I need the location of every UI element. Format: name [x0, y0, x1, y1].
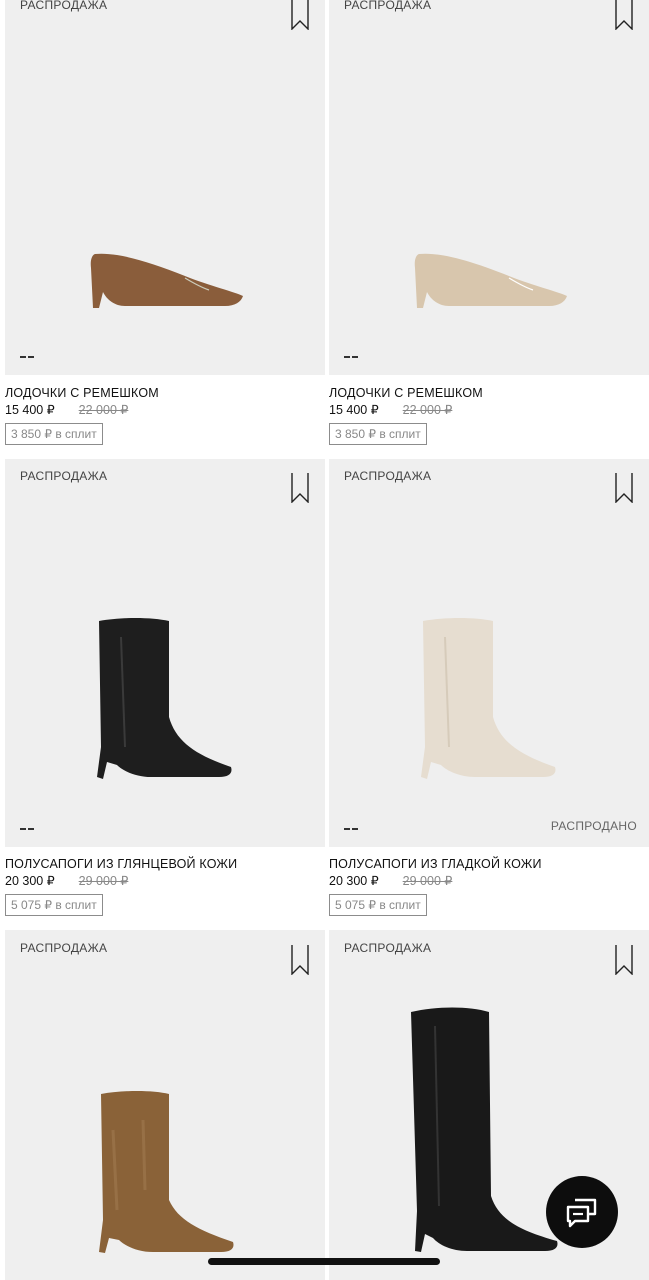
sale-badge: РАСПРОДАЖА — [344, 0, 432, 12]
product-image — [99, 1091, 234, 1253]
home-indicator[interactable] — [208, 1258, 440, 1265]
color-swatch-icon[interactable] — [20, 356, 34, 358]
sale-badge: РАСПРОДАЖА — [20, 469, 108, 483]
sale-badge: РАСПРОДАЖА — [344, 941, 432, 955]
product-info: ПОЛУСАПОГИ ИЗ ГЛЯНЦЕВОЙ КОЖИ 20 300 ₽ 29 … — [5, 857, 325, 916]
bookmark-icon[interactable] — [615, 0, 633, 30]
split-payment-badge[interactable]: 5 075 ₽ в сплит — [329, 894, 427, 916]
chat-button[interactable] — [546, 1176, 618, 1248]
product-name[interactable]: ЛОДОЧКИ С РЕМЕШКОМ — [5, 386, 325, 400]
product-old-price: 22 000 ₽ — [78, 403, 129, 417]
color-swatch-icon[interactable] — [344, 828, 358, 830]
product-price: 15 400 ₽ — [329, 403, 379, 417]
product-image-area[interactable]: РАСПРОДАЖА — [5, 930, 325, 1280]
product-old-price: 29 000 ₽ — [402, 874, 453, 888]
sale-badge: РАСПРОДАЖА — [344, 469, 432, 483]
product-old-price: 22 000 ₽ — [402, 403, 453, 417]
product-price: 15 400 ₽ — [5, 403, 55, 417]
bookmark-icon[interactable] — [291, 945, 309, 975]
product-image — [90, 253, 243, 308]
product-price: 20 300 ₽ — [329, 874, 379, 888]
product-image — [421, 618, 556, 779]
sale-badge: РАСПРОДАЖА — [20, 941, 108, 955]
chat-support-icon — [566, 1198, 597, 1228]
bookmark-icon[interactable] — [291, 473, 309, 503]
bookmark-icon[interactable] — [615, 473, 633, 503]
product-info: ПОЛУСАПОГИ ИЗ ГЛАДКОЙ КОЖИ 20 300 ₽ 29 00… — [329, 857, 649, 916]
product-image-area[interactable]: РАСПРОДАЖА — [5, 0, 325, 375]
product-info: ЛОДОЧКИ С РЕМЕШКОМ 15 400 ₽ 22 000 ₽ 3 85… — [5, 386, 325, 445]
split-payment-badge[interactable]: 5 075 ₽ в сплит — [5, 894, 103, 916]
product-image — [97, 618, 232, 779]
split-payment-badge[interactable]: 3 850 ₽ в сплит — [5, 423, 103, 445]
split-payment-badge[interactable]: 3 850 ₽ в сплит — [329, 423, 427, 445]
sold-out-label: РАСПРОДАНО — [550, 819, 637, 833]
bookmark-icon[interactable] — [291, 0, 309, 30]
product-image — [411, 1007, 558, 1252]
product-name[interactable]: ПОЛУСАПОГИ ИЗ ГЛАДКОЙ КОЖИ — [329, 857, 649, 871]
product-price: 20 300 ₽ — [5, 874, 55, 888]
product-name[interactable]: ПОЛУСАПОГИ ИЗ ГЛЯНЦЕВОЙ КОЖИ — [5, 857, 325, 871]
bookmark-icon[interactable] — [615, 945, 633, 975]
product-image — [414, 253, 567, 308]
product-info: ЛОДОЧКИ С РЕМЕШКОМ 15 400 ₽ 22 000 ₽ 3 85… — [329, 386, 649, 445]
sale-badge: РАСПРОДАЖА — [20, 0, 108, 12]
color-swatch-icon[interactable] — [344, 356, 358, 358]
product-image-area[interactable]: РАСПРОДАЖА РАСПРОДАНО — [329, 459, 649, 847]
color-swatch-icon[interactable] — [20, 828, 34, 830]
product-old-price: 29 000 ₽ — [78, 874, 129, 888]
product-image-area[interactable]: РАСПРОДАЖА — [329, 0, 649, 375]
product-name[interactable]: ЛОДОЧКИ С РЕМЕШКОМ — [329, 386, 649, 400]
product-image-area[interactable]: РАСПРОДАЖА — [5, 459, 325, 847]
